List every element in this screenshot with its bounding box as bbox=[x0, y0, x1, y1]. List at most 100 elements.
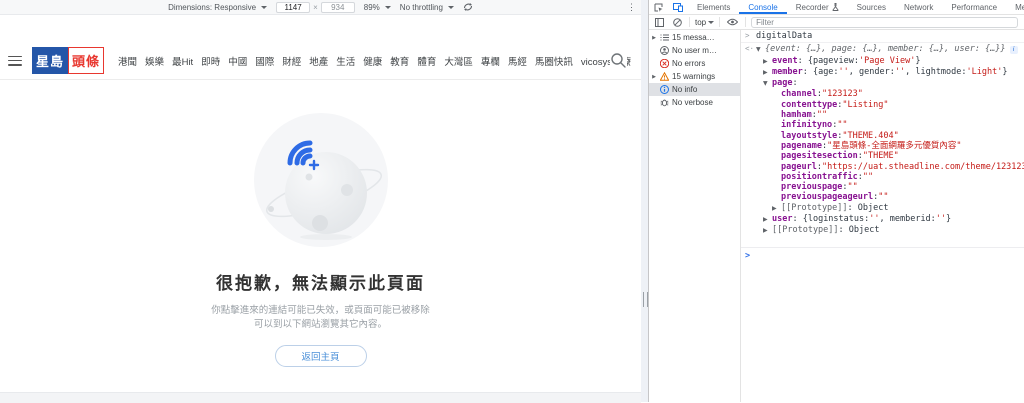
console-result-line[interactable]: <·▼{event: {…}, page: {…}, member: {…}, … bbox=[741, 44, 1024, 55]
nav-item-10[interactable]: 教育 bbox=[390, 54, 409, 68]
tab-elements[interactable]: Elements bbox=[688, 0, 739, 14]
inspect-element-icon[interactable] bbox=[649, 3, 668, 12]
dimensions-dropdown[interactable]: Dimensions: Responsive bbox=[168, 3, 267, 12]
nav-item-2[interactable]: 最Hit bbox=[172, 54, 193, 68]
tab-network[interactable]: Network bbox=[895, 0, 942, 14]
nav-item-9[interactable]: 健康 bbox=[363, 54, 382, 68]
back-to-home-button[interactable]: 返回主頁 bbox=[275, 345, 367, 367]
tab-me[interactable]: Me bbox=[1006, 0, 1024, 14]
expand-arrow-icon[interactable]: ▶ bbox=[763, 215, 772, 225]
tab-recorder[interactable]: Recorder bbox=[787, 0, 848, 14]
error-description-line2: 可以到以下網站瀏覽其它內容。 bbox=[0, 318, 641, 332]
info-badge-icon[interactable]: i bbox=[1010, 46, 1018, 54]
collapse-arrow-icon[interactable]: ▼ bbox=[756, 45, 765, 55]
console-tree-line: positiontraffic: "" bbox=[741, 172, 1024, 182]
console-text-segment: "" bbox=[817, 110, 827, 120]
console-tree-line[interactable]: ▶user: {loginstatus: '', memberid: ''} bbox=[741, 214, 1024, 225]
console-text-segment: 'Light' bbox=[967, 67, 1003, 77]
console-text-segment: pageurl bbox=[781, 162, 817, 172]
console-tree-line[interactable]: ▶event: {pageview: 'Page View'} bbox=[741, 56, 1024, 67]
nav-item-13[interactable]: 專欄 bbox=[481, 54, 500, 68]
expand-arrow-icon[interactable]: ▶ bbox=[772, 204, 781, 214]
console-text-segment: previouspage bbox=[781, 182, 842, 192]
console-tree-line: hamham: "" bbox=[741, 110, 1024, 120]
rotate-icon bbox=[463, 2, 473, 12]
tab-performance[interactable]: Performance bbox=[942, 0, 1006, 14]
live-expression-eye-icon[interactable] bbox=[725, 18, 740, 26]
site-viewport: 星島 頭條 港聞娛樂最Hit 即時中國國際財經地產生活健康教育體育大灣區專欄馬經馬… bbox=[0, 15, 641, 392]
console-tree-line[interactable]: ▼page: bbox=[741, 78, 1024, 89]
viewport-bottom-gutter bbox=[0, 392, 641, 403]
nav-item-0[interactable]: 港聞 bbox=[118, 54, 137, 68]
execution-context-dropdown[interactable]: top bbox=[695, 18, 714, 27]
hamburger-menu-icon[interactable] bbox=[8, 56, 22, 66]
tab-console[interactable]: Console bbox=[739, 0, 786, 14]
console-text-segment: : bbox=[792, 78, 797, 88]
throttling-label: No throttling bbox=[400, 3, 443, 12]
console-filter-input[interactable] bbox=[751, 17, 1018, 28]
collapse-arrow-icon[interactable]: ▼ bbox=[763, 79, 772, 89]
devtools-splitter[interactable] bbox=[641, 0, 648, 402]
console-tree-line[interactable]: ▶[[Prototype]]: Object bbox=[741, 225, 1024, 236]
sidebar-filter-no-verbose[interactable]: No verbose bbox=[649, 96, 740, 109]
console-tree-line: contenttype: "Listing" bbox=[741, 100, 1024, 110]
viewport-width-input[interactable] bbox=[276, 2, 310, 13]
sidebar-filter-15-warnings[interactable]: ▶ 15 warnings bbox=[649, 70, 740, 83]
console-text-segment: , memberid: bbox=[880, 214, 936, 224]
rotate-viewport-button[interactable] bbox=[463, 2, 473, 12]
site-logo[interactable]: 星島 頭條 bbox=[32, 47, 104, 74]
console-tree-line[interactable]: ▶[[Prototype]]: Object bbox=[741, 203, 1024, 214]
console-text-segment: positiontraffic bbox=[781, 172, 858, 182]
console-text-segment: : Object bbox=[839, 225, 880, 235]
sidebar-filter-no-errors[interactable]: No errors bbox=[649, 57, 740, 70]
zoom-dropdown[interactable]: 89% bbox=[364, 3, 391, 12]
viewport-height-input[interactable] bbox=[321, 2, 355, 13]
nav-item-11[interactable]: 體育 bbox=[417, 54, 436, 68]
console-text-segment: , gender: bbox=[849, 67, 895, 77]
sidebar-filter-15-messa-[interactable]: ▶ 15 messa… bbox=[649, 31, 740, 44]
expand-arrow-icon[interactable]: ▶ bbox=[763, 226, 772, 236]
clear-console-icon[interactable] bbox=[671, 18, 684, 27]
nav-item-5[interactable]: 國際 bbox=[255, 54, 274, 68]
device-toolbar-toggle-icon[interactable] bbox=[668, 3, 688, 12]
expand-arrow-icon[interactable]: ▶ bbox=[763, 57, 772, 67]
console-text-segment: "" bbox=[848, 182, 858, 192]
console-tree-line: pagename: "星島頭條-全面網羅多元優質內容" bbox=[741, 141, 1024, 151]
tab-label: Elements bbox=[697, 3, 730, 12]
nav-item-4[interactable]: 中國 bbox=[228, 54, 247, 68]
console-output: >digitalData<·▼{event: {…}, page: {…}, m… bbox=[741, 29, 1024, 402]
expand-arrow-icon[interactable]: ▶ bbox=[763, 68, 772, 78]
nav-item-7[interactable]: 地產 bbox=[309, 54, 328, 68]
console-text-segment: 'Page View' bbox=[859, 56, 915, 66]
sidebar-filter-label: 15 messa… bbox=[672, 33, 715, 42]
console-sidebar-toggle-icon[interactable] bbox=[653, 18, 666, 27]
sidebar-filter-no-info[interactable]: No info bbox=[649, 83, 740, 96]
sidebar-filter-label: No info bbox=[672, 85, 697, 94]
expander-icon[interactable]: ▶ bbox=[651, 35, 657, 41]
sidebar-filter-no-user-m-[interactable]: No user m… bbox=[649, 44, 740, 57]
search-icon[interactable] bbox=[610, 52, 627, 69]
tab-sources[interactable]: Sources bbox=[848, 0, 895, 14]
list-icon bbox=[660, 33, 669, 42]
nav-item-15[interactable]: 馬圈快訊 bbox=[535, 54, 573, 68]
console-tree-line: pageurl: "https://uat.stheadline.com/the… bbox=[741, 162, 1024, 172]
nav-item-3[interactable]: 即時 bbox=[201, 54, 220, 68]
throttling-dropdown[interactable]: No throttling bbox=[400, 3, 454, 12]
sidebar-filter-label: 15 warnings bbox=[672, 72, 715, 81]
tab-label: Recorder bbox=[796, 3, 829, 12]
toolbar-more-menu[interactable]: ⋮ bbox=[627, 0, 636, 14]
console-text-segment: : Object bbox=[848, 203, 889, 213]
nav-item-6[interactable]: 財經 bbox=[282, 54, 301, 68]
console-text-segment: contenttype bbox=[781, 100, 837, 110]
context-label: top bbox=[695, 18, 706, 27]
expander-icon[interactable]: ▶ bbox=[651, 74, 657, 80]
nav-item-12[interactable]: 大灣區 bbox=[444, 54, 473, 68]
console-text-segment: : {pageview: bbox=[798, 56, 859, 66]
nav-item-1[interactable]: 娛樂 bbox=[145, 54, 164, 68]
nav-item-8[interactable]: 生活 bbox=[336, 54, 355, 68]
flask-icon bbox=[832, 3, 839, 11]
nav-item-14[interactable]: 馬經 bbox=[508, 54, 527, 68]
return-value-icon: <· bbox=[743, 44, 756, 54]
console-tree-line[interactable]: ▶member: {age: '', gender: '', lightmode… bbox=[741, 67, 1024, 78]
site-header: 星島 頭條 港聞娛樂最Hit 即時中國國際財經地產生活健康教育體育大灣區專欄馬經馬… bbox=[0, 42, 641, 80]
